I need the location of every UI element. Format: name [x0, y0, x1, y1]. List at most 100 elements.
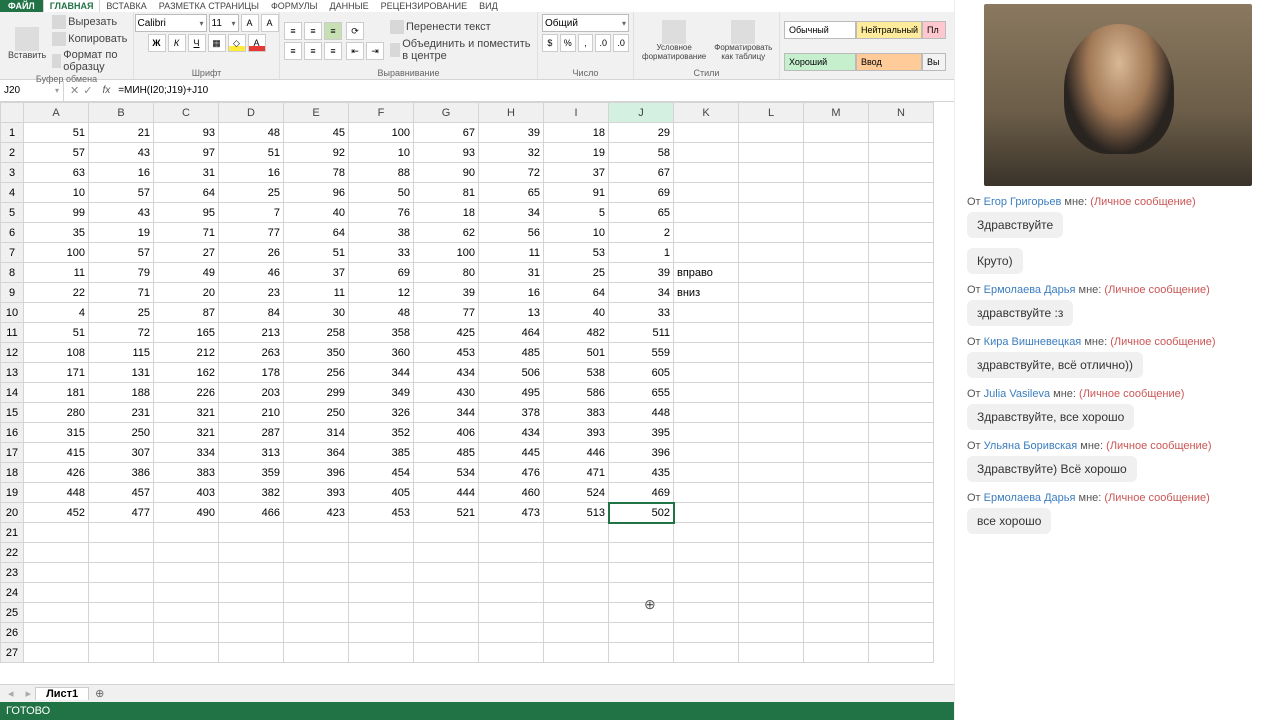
cell-I4[interactable]: 91 — [544, 183, 609, 203]
cell-F16[interactable]: 352 — [349, 423, 414, 443]
cancel-formula-icon[interactable]: ✕ — [70, 84, 79, 97]
cell-B18[interactable]: 386 — [89, 463, 154, 483]
col-header-D[interactable]: D — [219, 103, 284, 123]
style-input[interactable]: Ввод — [856, 53, 922, 71]
cell-A19[interactable]: 448 — [24, 483, 89, 503]
cell-I14[interactable]: 586 — [544, 383, 609, 403]
cell-K14[interactable] — [674, 383, 739, 403]
cell-D20[interactable]: 466 — [219, 503, 284, 523]
cell-H5[interactable]: 34 — [479, 203, 544, 223]
cell-E13[interactable]: 256 — [284, 363, 349, 383]
cell-D24[interactable] — [219, 583, 284, 603]
enter-formula-icon[interactable]: ✓ — [83, 84, 92, 97]
cell-E12[interactable]: 350 — [284, 343, 349, 363]
cell-B5[interactable]: 43 — [89, 203, 154, 223]
cell-H14[interactable]: 495 — [479, 383, 544, 403]
cell-C6[interactable]: 71 — [154, 223, 219, 243]
sender-name[interactable]: Кира Вишневецкая — [984, 336, 1082, 348]
sender-name[interactable]: Julia Vasileva — [984, 388, 1050, 400]
cell-K26[interactable] — [674, 623, 739, 643]
cell-I1[interactable]: 18 — [544, 123, 609, 143]
cell-N22[interactable] — [869, 543, 934, 563]
cell-C25[interactable] — [154, 603, 219, 623]
row-header-8[interactable]: 8 — [1, 263, 24, 283]
cell-I16[interactable]: 393 — [544, 423, 609, 443]
cell-D16[interactable]: 287 — [219, 423, 284, 443]
cell-K8[interactable]: вправо — [674, 263, 739, 283]
cell-F3[interactable]: 88 — [349, 163, 414, 183]
cell-L20[interactable] — [739, 503, 804, 523]
cell-A5[interactable]: 99 — [24, 203, 89, 223]
cell-B21[interactable] — [89, 523, 154, 543]
cell-G14[interactable]: 430 — [414, 383, 479, 403]
cell-D22[interactable] — [219, 543, 284, 563]
cell-D14[interactable]: 203 — [219, 383, 284, 403]
cell-B12[interactable]: 115 — [89, 343, 154, 363]
row-header-4[interactable]: 4 — [1, 183, 24, 203]
cell-A4[interactable]: 10 — [24, 183, 89, 203]
cell-H22[interactable] — [479, 543, 544, 563]
cell-N4[interactable] — [869, 183, 934, 203]
cell-L10[interactable] — [739, 303, 804, 323]
comma-button[interactable]: , — [578, 34, 594, 52]
cell-C17[interactable]: 334 — [154, 443, 219, 463]
cell-I7[interactable]: 53 — [544, 243, 609, 263]
cell-C18[interactable]: 383 — [154, 463, 219, 483]
cell-I13[interactable]: 538 — [544, 363, 609, 383]
cell-M15[interactable] — [804, 403, 869, 423]
cell-K6[interactable] — [674, 223, 739, 243]
cell-A13[interactable]: 171 — [24, 363, 89, 383]
format-as-table-button[interactable]: Форматировать как таблицу — [710, 18, 776, 64]
cell-H1[interactable]: 39 — [479, 123, 544, 143]
row-header-9[interactable]: 9 — [1, 283, 24, 303]
cell-J14[interactable]: 655 — [609, 383, 674, 403]
cell-G5[interactable]: 18 — [414, 203, 479, 223]
tab-insert[interactable]: ВСТАВКА — [100, 0, 152, 12]
cell-E11[interactable]: 258 — [284, 323, 349, 343]
cell-J25[interactable] — [609, 603, 674, 623]
cell-I26[interactable] — [544, 623, 609, 643]
cell-E25[interactable] — [284, 603, 349, 623]
cell-J6[interactable]: 2 — [609, 223, 674, 243]
col-header-H[interactable]: H — [479, 103, 544, 123]
cell-F12[interactable]: 360 — [349, 343, 414, 363]
cell-H20[interactable]: 473 — [479, 503, 544, 523]
cell-D17[interactable]: 313 — [219, 443, 284, 463]
cell-A6[interactable]: 35 — [24, 223, 89, 243]
cell-F1[interactable]: 100 — [349, 123, 414, 143]
cell-C19[interactable]: 403 — [154, 483, 219, 503]
cell-I11[interactable]: 482 — [544, 323, 609, 343]
tab-data[interactable]: ДАННЫЕ — [324, 0, 375, 12]
tab-formulas[interactable]: ФОРМУЛЫ — [265, 0, 324, 12]
align-right-button[interactable]: ≡ — [324, 42, 342, 60]
cell-E7[interactable]: 51 — [284, 243, 349, 263]
cell-N9[interactable] — [869, 283, 934, 303]
cell-E15[interactable]: 250 — [284, 403, 349, 423]
row-header-11[interactable]: 11 — [1, 323, 24, 343]
cell-J5[interactable]: 65 — [609, 203, 674, 223]
row-header-14[interactable]: 14 — [1, 383, 24, 403]
cell-L27[interactable] — [739, 643, 804, 663]
row-header-20[interactable]: 20 — [1, 503, 24, 523]
cell-M18[interactable] — [804, 463, 869, 483]
cell-K9[interactable]: вниз — [674, 283, 739, 303]
cell-J26[interactable] — [609, 623, 674, 643]
cell-H19[interactable]: 460 — [479, 483, 544, 503]
cell-L19[interactable] — [739, 483, 804, 503]
cell-I5[interactable]: 5 — [544, 203, 609, 223]
cell-F21[interactable] — [349, 523, 414, 543]
cell-I25[interactable] — [544, 603, 609, 623]
tab-home[interactable]: ГЛАВНАЯ — [43, 0, 101, 12]
cell-E6[interactable]: 64 — [284, 223, 349, 243]
cell-K7[interactable] — [674, 243, 739, 263]
cell-M14[interactable] — [804, 383, 869, 403]
cell-N25[interactable] — [869, 603, 934, 623]
conditional-formatting-button[interactable]: Условное форматирование — [638, 18, 710, 64]
cell-L12[interactable] — [739, 343, 804, 363]
cell-G22[interactable] — [414, 543, 479, 563]
cell-N14[interactable] — [869, 383, 934, 403]
cell-J7[interactable]: 1 — [609, 243, 674, 263]
cell-I6[interactable]: 10 — [544, 223, 609, 243]
cell-C12[interactable]: 212 — [154, 343, 219, 363]
cell-G16[interactable]: 406 — [414, 423, 479, 443]
